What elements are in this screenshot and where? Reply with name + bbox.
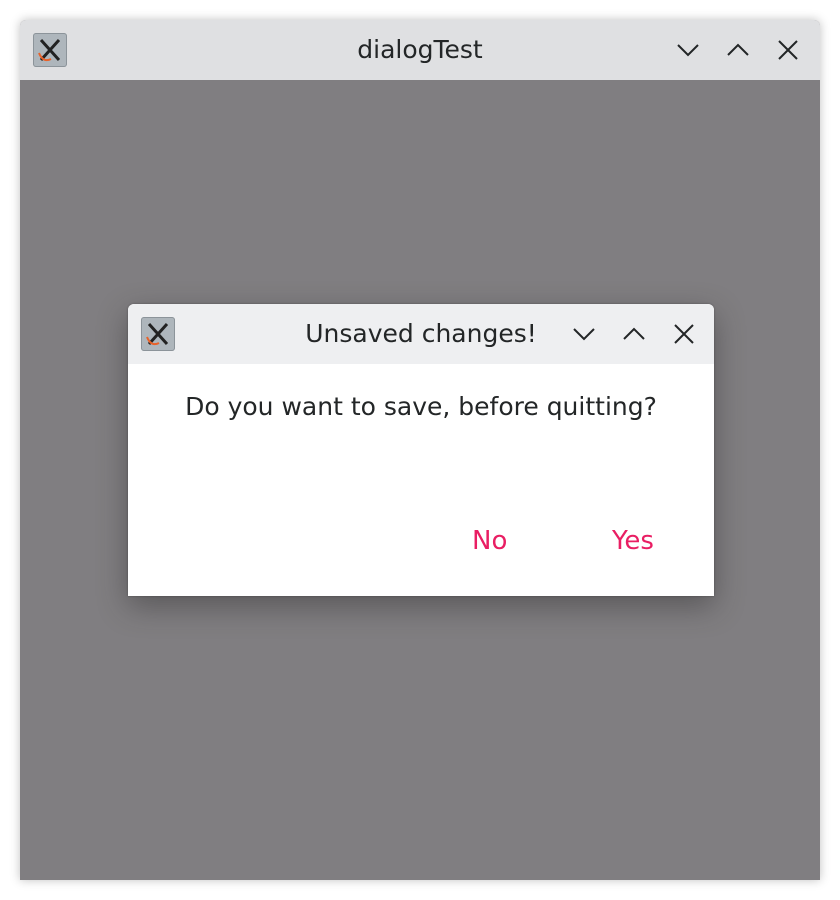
- close-icon: [778, 40, 798, 60]
- main-window-titlebar[interactable]: dialogTest: [20, 20, 820, 80]
- yes-button[interactable]: Yes: [600, 516, 666, 566]
- dialog-minimize-button[interactable]: [564, 314, 604, 354]
- dialog-body: Do you want to save, before quitting? No…: [128, 364, 714, 596]
- dialog-titlebar[interactable]: Unsaved changes!: [128, 304, 714, 364]
- close-icon: [674, 324, 694, 344]
- chevron-down-icon: [573, 328, 595, 341]
- main-window-controls: [668, 30, 808, 70]
- unsaved-changes-dialog: Unsaved changes! Do you want to save, be…: [128, 304, 714, 596]
- minimize-button[interactable]: [668, 30, 708, 70]
- dialog-close-button[interactable]: [664, 314, 704, 354]
- dialog-controls: [564, 314, 704, 354]
- maximize-button[interactable]: [718, 30, 758, 70]
- chevron-up-icon: [727, 43, 749, 56]
- dialog-maximize-button[interactable]: [614, 314, 654, 354]
- no-button[interactable]: No: [460, 516, 519, 566]
- close-button[interactable]: [768, 30, 808, 70]
- chevron-up-icon: [623, 327, 645, 340]
- desktop: dialogTest Unsaved changes! Do you want …: [0, 0, 840, 900]
- dialog-message: Do you want to save, before quitting?: [185, 392, 657, 421]
- chevron-down-icon: [677, 44, 699, 57]
